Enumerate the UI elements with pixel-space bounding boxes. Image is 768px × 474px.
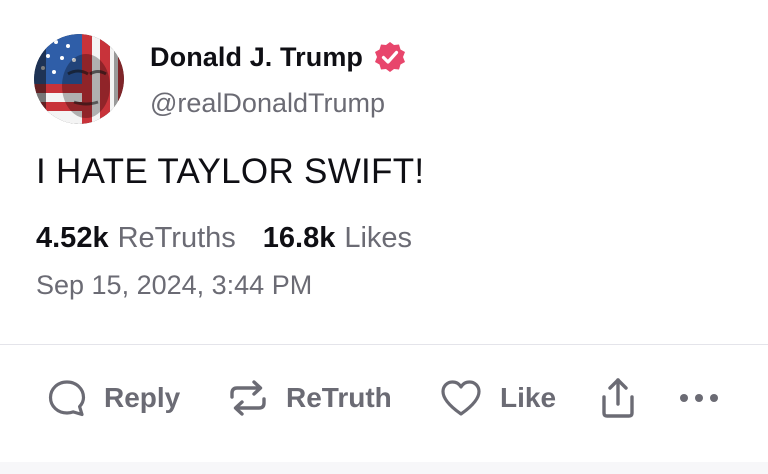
author-names: Donald J. Trump @realDonaldTrump <box>150 40 407 119</box>
like-button[interactable]: Like <box>438 372 556 424</box>
likes-label[interactable]: Likes <box>344 222 412 255</box>
like-label: Like <box>500 382 557 413</box>
verified-icon <box>373 40 407 74</box>
post-stats: 4.52k ReTruths 16.8k Likes <box>36 222 412 255</box>
retruth-button[interactable]: ReTruth <box>226 372 392 424</box>
post-header: Donald J. Trump @realDonaldTrump <box>34 34 407 124</box>
reply-label: Reply <box>104 382 181 413</box>
divider <box>0 344 768 345</box>
retruths-count[interactable]: 4.52k <box>36 222 109 255</box>
reply-icon <box>46 377 88 419</box>
reply-button[interactable]: Reply <box>46 372 180 424</box>
likes-count[interactable]: 16.8k <box>263 222 336 255</box>
retruth-icon <box>226 377 270 419</box>
display-name-row: Donald J. Trump <box>150 40 407 74</box>
retruth-label: ReTruth <box>286 382 392 413</box>
more-icon <box>676 388 722 408</box>
post-text: I HATE TAYLOR SWIFT! <box>36 152 425 191</box>
retruths-label[interactable]: ReTruths <box>118 222 236 255</box>
avatar[interactable] <box>34 34 124 124</box>
share-button[interactable] <box>598 372 638 424</box>
next-item-edge <box>0 462 768 474</box>
share-icon <box>598 375 638 421</box>
truth-post: Donald J. Trump @realDonaldTrump I HATE … <box>0 0 768 474</box>
more-options-button[interactable] <box>676 372 722 424</box>
action-bar: Reply ReTruth Like <box>0 372 768 424</box>
author-handle[interactable]: @realDonaldTrump <box>150 88 407 119</box>
display-name[interactable]: Donald J. Trump <box>150 42 363 73</box>
like-icon <box>438 377 484 419</box>
post-timestamp: Sep 15, 2024, 3:44 PM <box>36 270 313 300</box>
